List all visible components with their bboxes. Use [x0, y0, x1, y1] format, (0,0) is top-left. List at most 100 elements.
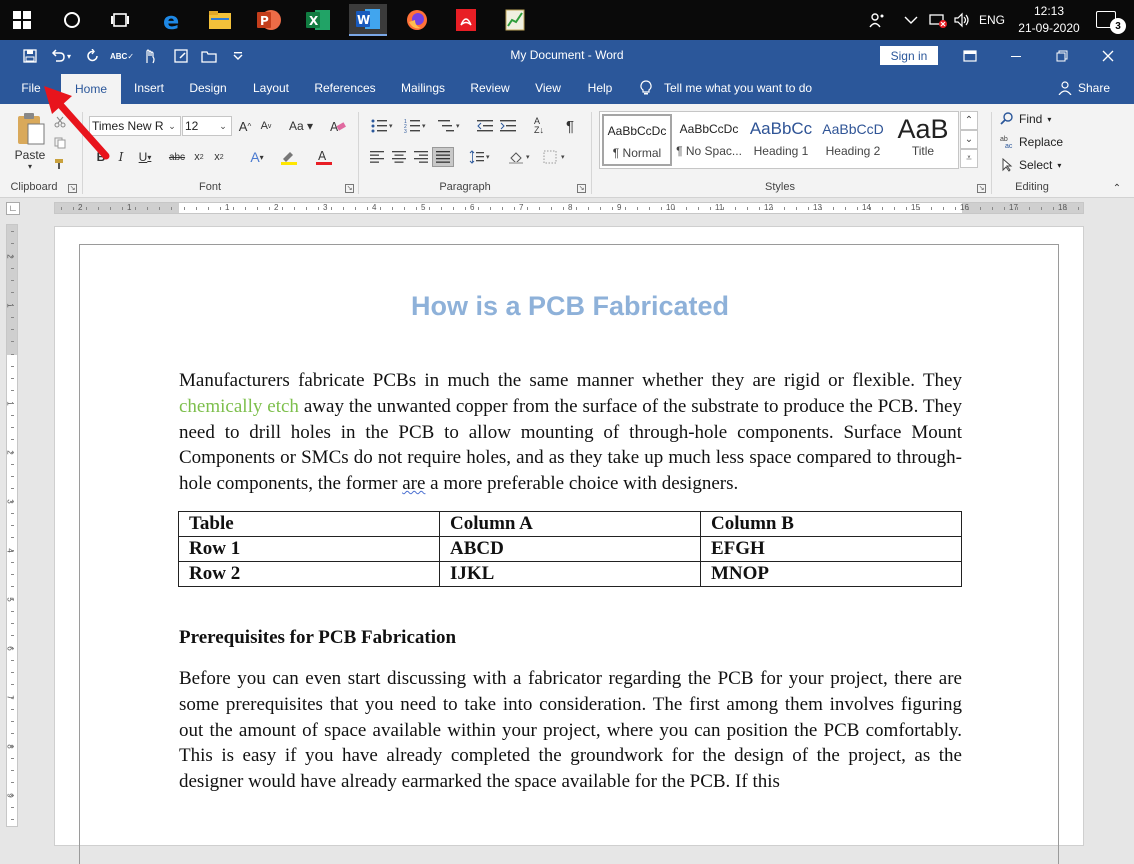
powerpoint-icon[interactable]: P [253, 4, 285, 36]
sign-in-button[interactable]: Sign in [880, 46, 938, 65]
shading-icon[interactable]: ▾ [505, 148, 535, 166]
collapse-ribbon-icon[interactable]: ⌃ [1110, 182, 1124, 194]
cut-icon[interactable] [52, 114, 68, 130]
language-indicator[interactable]: ENG [979, 0, 1005, 40]
paste-button[interactable]: Paste ▾ [10, 108, 50, 174]
clear-formatting-icon[interactable]: A [328, 117, 348, 135]
multilevel-list-icon[interactable]: ▾ [434, 117, 466, 135]
table-cell[interactable]: IJKL [439, 561, 701, 587]
tab-selector-icon[interactable]: ∟ [6, 202, 20, 215]
chart-app-icon[interactable] [499, 4, 531, 36]
open-folder-icon[interactable] [198, 45, 220, 67]
font-size-combo[interactable]: 12 ⌄ [182, 116, 232, 136]
find-button[interactable]: Find ▾ [1000, 109, 1051, 129]
copy-icon[interactable] [52, 135, 68, 151]
ribbon-display-options-icon[interactable] [947, 40, 993, 72]
change-case-icon[interactable]: Aa ▾ [285, 117, 317, 135]
decrease-indent-icon[interactable] [475, 117, 495, 135]
horizontal-ruler[interactable]: 2 1 1 2 3 4 5 6 7 8 9 10 11 12 13 14 15 16 17 18 [54, 202, 1084, 214]
gallery-more-icon[interactable]: ⩡ [960, 149, 978, 168]
bullets-icon[interactable]: ▾ [367, 117, 397, 135]
customize-qat-icon[interactable] [227, 45, 249, 67]
acrobat-reader-icon[interactable] [450, 4, 482, 36]
clipboard-launcher-icon[interactable]: ↘ [68, 184, 77, 193]
style-title[interactable]: AaB Title [888, 114, 958, 166]
tell-me-search[interactable]: Tell me what you want to do [640, 72, 812, 104]
save-icon[interactable] [19, 45, 41, 67]
gallery-up-icon[interactable]: ⌃ [960, 111, 978, 130]
table-cell[interactable]: EFGH [700, 536, 962, 562]
document-heading[interactable]: How is a PCB Fabricated [55, 291, 1085, 322]
justify-icon[interactable] [432, 147, 454, 167]
gallery-down-icon[interactable]: ⌄ [960, 130, 978, 149]
cortana-search-icon[interactable] [56, 4, 88, 36]
grow-font-icon[interactable]: A ^ [236, 117, 254, 135]
underline-icon[interactable]: U ▾ [132, 148, 158, 166]
align-center-icon[interactable] [389, 148, 409, 166]
paragraph-2[interactable]: Before you can even start discussing wit… [179, 666, 962, 795]
format-painter-icon[interactable] [52, 156, 68, 172]
borders-icon[interactable]: ▾ [540, 148, 570, 166]
line-spacing-icon[interactable]: ▾ [465, 148, 495, 166]
table-cell[interactable]: ABCD [439, 536, 701, 562]
excel-icon[interactable]: X [302, 4, 334, 36]
style-no-spacing[interactable]: AaBbCcDc ¶ No Spac... [674, 114, 744, 166]
firefox-icon[interactable] [401, 4, 433, 36]
share-button[interactable]: Share [1058, 72, 1110, 104]
system-clock[interactable]: 12:13 21-09-2020 [1014, 3, 1084, 37]
style-normal[interactable]: AaBbCcDc ¶ Normal [602, 114, 672, 166]
file-explorer-icon[interactable] [204, 4, 236, 36]
font-color-icon[interactable]: A [310, 148, 340, 166]
align-left-icon[interactable] [367, 148, 387, 166]
tab-view[interactable]: View [526, 72, 570, 104]
tab-home[interactable]: Home [61, 74, 121, 104]
vertical-ruler[interactable]: 21123456789 [6, 224, 18, 827]
table-cell[interactable]: MNOP [700, 561, 962, 587]
sort-icon[interactable]: A Z↓ [529, 116, 549, 136]
document-table[interactable]: Table Column A Column B Row 1 ABCD EFGH … [178, 511, 962, 587]
font-name-combo[interactable]: Times New R ⌄ [89, 116, 181, 136]
save-as-icon[interactable] [170, 45, 192, 67]
table-cell[interactable]: Table [178, 511, 440, 537]
increase-indent-icon[interactable] [498, 117, 518, 135]
shrink-font-icon[interactable]: Av [257, 117, 275, 135]
tab-help[interactable]: Help [580, 72, 620, 104]
undo-dropdown-icon[interactable]: ▾ [64, 45, 74, 67]
document-subheading[interactable]: Prerequisites for PCB Fabrication [179, 627, 456, 649]
strikethrough-icon[interactable]: abc [166, 148, 188, 166]
redo-icon[interactable] [82, 45, 104, 67]
table-cell[interactable]: Column B [700, 511, 962, 537]
minimize-icon[interactable] [993, 40, 1039, 72]
people-icon[interactable] [868, 0, 886, 40]
table-cell[interactable]: Row 1 [178, 536, 440, 562]
numbering-icon[interactable]: 1 2 3 ▾ [400, 117, 430, 135]
word-icon[interactable]: W [349, 4, 387, 36]
styles-launcher-icon[interactable]: ↘ [977, 184, 986, 193]
tab-design[interactable]: Design [182, 72, 234, 104]
paragraph-1[interactable]: Manufacturers fabricate PCBs in much the… [179, 368, 962, 497]
style-heading-1[interactable]: AaBbCc Heading 1 [746, 114, 816, 166]
align-right-icon[interactable] [411, 148, 431, 166]
tab-layout[interactable]: Layout [244, 72, 298, 104]
text-effects-icon[interactable]: A ▾ [243, 148, 271, 166]
network-disconnected-icon[interactable] [928, 0, 948, 40]
table-cell[interactable]: Column A [439, 511, 701, 537]
superscript-icon[interactable]: x2 [210, 148, 228, 166]
close-icon[interactable] [1085, 40, 1131, 72]
style-heading-2[interactable]: AaBbCcD Heading 2 [818, 114, 888, 166]
spelling-check-icon[interactable]: ABC✓ [110, 45, 134, 67]
tab-file[interactable]: File [13, 72, 49, 104]
show-formatting-marks-icon[interactable]: ¶ [560, 116, 580, 136]
text-highlight-icon[interactable] [276, 148, 304, 166]
paragraph-launcher-icon[interactable]: ↘ [577, 184, 586, 193]
table-cell[interactable]: Row 2 [178, 561, 440, 587]
tab-review[interactable]: Review [464, 72, 516, 104]
replace-button[interactable]: ab ac Replace [1000, 132, 1063, 152]
touch-mode-icon[interactable] [139, 45, 161, 67]
tab-mailings[interactable]: Mailings [392, 72, 454, 104]
edge-browser-icon[interactable]: e [156, 4, 188, 36]
tab-references[interactable]: References [308, 72, 382, 104]
document-page[interactable]: How is a PCB Fabricated Manufacturers fa… [54, 226, 1085, 864]
grammar-flagged-word[interactable]: are [402, 473, 425, 494]
restore-icon[interactable] [1039, 40, 1085, 72]
